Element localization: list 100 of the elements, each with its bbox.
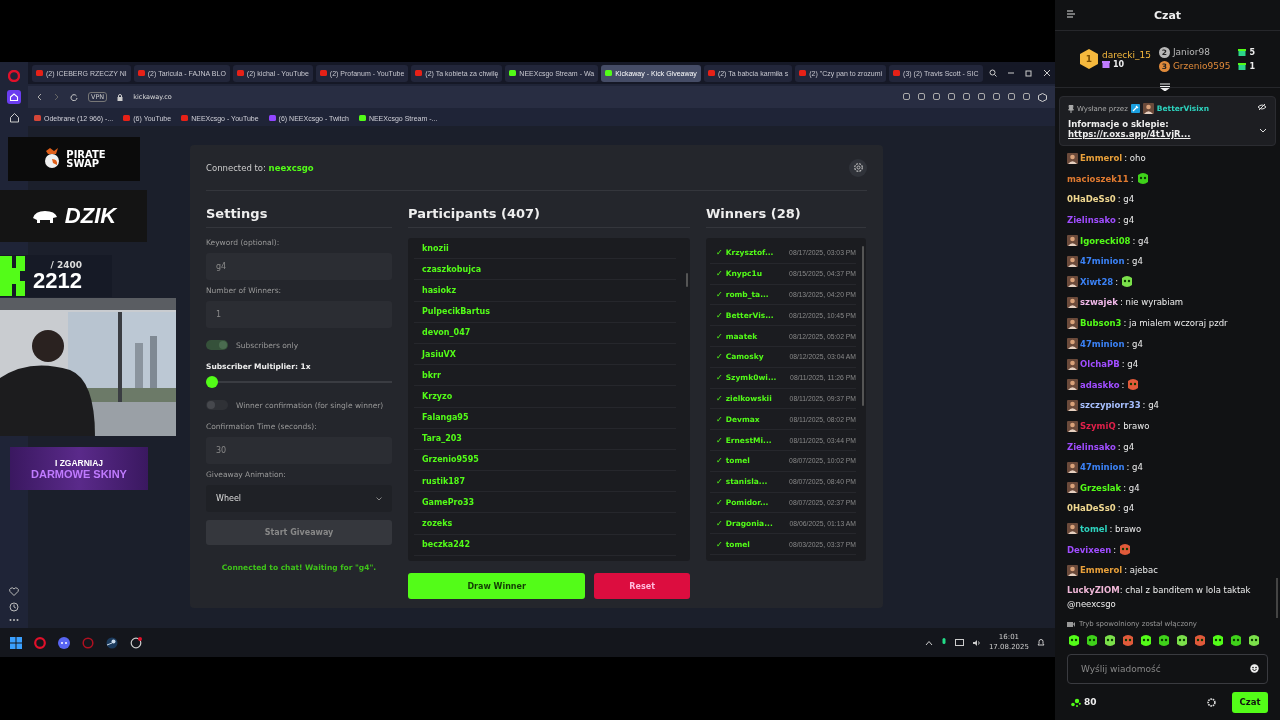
chat-username[interactable]: 47minion xyxy=(1080,251,1125,272)
chat-input-field[interactable]: Wyślij wiadomość xyxy=(1067,654,1268,684)
check-mark: ✓ xyxy=(716,373,723,383)
restore-icon[interactable] xyxy=(1024,69,1033,77)
scrollbar-thumb[interactable] xyxy=(1276,578,1278,618)
clock-icon[interactable] xyxy=(9,602,19,612)
animation-dropdown[interactable]: Wheel xyxy=(206,485,392,512)
chat-username[interactable]: Igorecki08 xyxy=(1080,230,1131,251)
chevron-up-icon[interactable] xyxy=(924,639,933,646)
chat-username[interactable]: Devixeen xyxy=(1067,539,1112,560)
chat-username[interactable]: Xiwt28 xyxy=(1080,271,1114,292)
chat-username[interactable]: Emmerol xyxy=(1080,560,1123,581)
bell-icon[interactable] xyxy=(1037,638,1045,647)
chat-text: : ja mialem wczoraj pzdr xyxy=(1123,317,1228,331)
chat-username[interactable]: adaskko xyxy=(1080,374,1120,395)
reload-icon[interactable] xyxy=(70,93,78,101)
chat-username[interactable]: Grzeslak xyxy=(1080,477,1122,498)
microphone-icon[interactable] xyxy=(940,638,947,647)
participant-name: GamePro33 xyxy=(414,492,676,514)
emoji-icon[interactable] xyxy=(1250,664,1259,673)
multiplier-slider[interactable] xyxy=(206,376,392,388)
chat-username[interactable]: tomel xyxy=(1080,519,1108,539)
forward-icon[interactable] xyxy=(53,93,60,101)
connection-text: Connected to: neexcsgo xyxy=(206,162,314,173)
chat-app-icon[interactable] xyxy=(58,636,70,649)
chat-username[interactable]: szczypiorr33 xyxy=(1080,395,1141,416)
check-mark: ✓ xyxy=(716,497,723,507)
chat-username[interactable]: Zielinsako xyxy=(1067,210,1116,231)
check-mark: ✓ xyxy=(716,310,723,320)
winners-count-field[interactable]: 1 xyxy=(206,301,392,328)
emote-icon xyxy=(1211,634,1225,648)
search-icon[interactable] xyxy=(988,69,997,77)
back-icon[interactable] xyxy=(36,93,43,101)
emote-icon xyxy=(1126,377,1141,392)
heart-icon[interactable] xyxy=(9,587,19,596)
chat-text: : xyxy=(1113,543,1117,557)
chat-text: : oho xyxy=(1124,152,1146,166)
close-icon[interactable] xyxy=(1042,69,1051,77)
hide-icon[interactable] xyxy=(1257,103,1267,111)
chat-message: LuckyZIOM: chal z banditem w lola taktak @neexcsgo xyxy=(1067,584,1252,612)
expand-icon[interactable] xyxy=(1159,83,1171,91)
chat-username[interactable]: szwajek xyxy=(1080,292,1118,313)
gift-count: 10 xyxy=(1113,59,1125,69)
leader-name: Janior98 xyxy=(1172,47,1210,57)
chat-username[interactable]: 47minion xyxy=(1080,333,1125,354)
settings-icon[interactable] xyxy=(1207,697,1216,707)
cube-icon[interactable] xyxy=(1038,92,1047,102)
slider-thumb[interactable] xyxy=(206,376,218,388)
check-mark: ✓ xyxy=(716,539,723,549)
scrollbar-thumb[interactable] xyxy=(862,246,864,406)
chat-username[interactable]: macioszek11 xyxy=(1067,168,1129,189)
points-icon xyxy=(1071,697,1081,707)
opera-icon[interactable] xyxy=(8,70,20,82)
emote-icon xyxy=(1193,634,1207,648)
opera-icon[interactable] xyxy=(82,636,94,649)
chat-text: : nie wyrabiam xyxy=(1119,296,1184,310)
chat-username[interactable]: 47minion xyxy=(1080,457,1125,478)
emote-icon xyxy=(1120,274,1135,289)
home-icon[interactable] xyxy=(8,112,20,123)
scrollbar-thumb[interactable] xyxy=(686,273,688,287)
send-button[interactable]: Czat xyxy=(1232,691,1268,713)
favicon-icon xyxy=(236,70,244,76)
steam-icon[interactable] xyxy=(106,636,118,649)
chat-username[interactable]: SzymiQ xyxy=(1080,416,1116,436)
confirmation-time-field[interactable]: 30 xyxy=(206,437,392,464)
gift-count: 5 xyxy=(1249,47,1255,57)
favicon-icon xyxy=(137,70,145,76)
volume-icon[interactable] xyxy=(971,638,981,647)
more-icon[interactable] xyxy=(9,618,19,622)
toggle-switch[interactable] xyxy=(206,400,228,410)
home-icon[interactable] xyxy=(7,90,21,104)
windows-icon[interactable] xyxy=(10,636,22,649)
keyword-field[interactable]: g4 xyxy=(206,253,392,280)
toggle-switch[interactable] xyxy=(206,340,228,350)
chat-username[interactable]: 0HaDeSs0 xyxy=(1067,189,1116,210)
chat-text: : g4 xyxy=(1117,193,1135,207)
chat-text: : xyxy=(1121,378,1125,392)
chat-username[interactable]: 0HaDeSs0 xyxy=(1067,498,1116,519)
chat-username[interactable]: Bubson3 xyxy=(1080,313,1122,334)
network-icon[interactable] xyxy=(954,638,964,647)
collapse-icon[interactable] xyxy=(1067,10,1076,18)
pinned-link[interactable]: https://r.oxs.app/4t1vjR... xyxy=(1068,129,1191,139)
pin-icon xyxy=(1068,104,1074,113)
settings-button[interactable] xyxy=(849,158,867,177)
chevron-icon[interactable] xyxy=(1259,128,1267,133)
chat-username[interactable]: OlchaPB xyxy=(1080,354,1120,375)
minimize-icon[interactable] xyxy=(1006,69,1015,77)
check-mark: ✓ xyxy=(716,414,723,424)
chat-username[interactable]: Emmerol xyxy=(1080,148,1123,169)
chat-text: : g4 xyxy=(1117,502,1135,516)
settings-heading: Settings xyxy=(206,191,392,228)
check-mark: ✓ xyxy=(716,248,723,258)
chat-username[interactable]: Zielinsako xyxy=(1067,436,1116,457)
participant-name: devon_047 xyxy=(414,322,676,344)
opera-icon[interactable] xyxy=(34,636,46,649)
leader-name: Grzenio9595 xyxy=(1172,61,1231,71)
participant-name: bkrr xyxy=(414,365,676,387)
participant-name: knozii xyxy=(414,238,676,260)
participant-name: hasiokz xyxy=(414,280,676,302)
draw-winner-button[interactable]: Draw Winner xyxy=(408,573,586,599)
